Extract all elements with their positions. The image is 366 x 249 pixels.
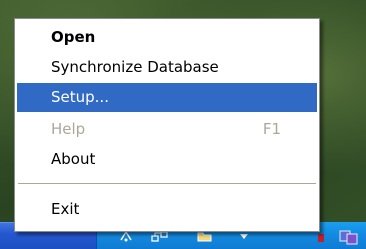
menu-item-label: Setup... [51, 88, 109, 106]
menu-item-label: About [51, 150, 96, 168]
menu-item-exit[interactable]: Exit [17, 195, 317, 224]
tray-context-menu: Open Synchronize Database Setup... Help … [14, 18, 320, 232]
menu-item-setup[interactable]: Setup... [17, 83, 317, 112]
menu-item-label: Open [51, 28, 96, 46]
menu-item-open[interactable]: Open [17, 23, 317, 52]
menu-separator [18, 183, 316, 184]
menu-item-help: Help F1 [17, 115, 317, 144]
menu-item-synchronize-database[interactable]: Synchronize Database [17, 53, 317, 82]
menu-item-label: Help [51, 120, 86, 138]
menu-item-shortcut: F1 [262, 120, 281, 138]
menu-item-about[interactable]: About [17, 145, 317, 174]
menu-item-label: Exit [51, 200, 80, 218]
app-tray-icon[interactable] [338, 228, 358, 245]
menu-item-label: Synchronize Database [51, 58, 219, 76]
